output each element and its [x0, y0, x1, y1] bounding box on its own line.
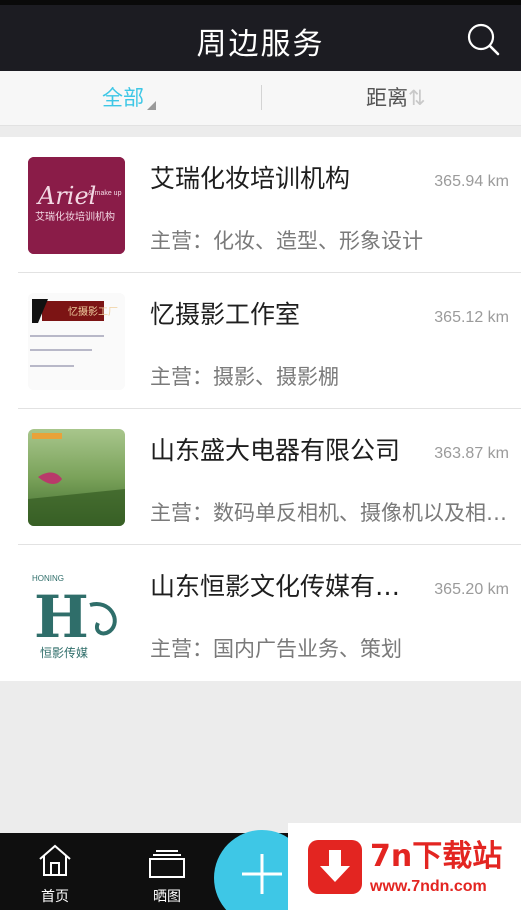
- business-distance: 365.12 km: [434, 309, 509, 326]
- nav-photo-label: 晒图: [153, 889, 181, 905]
- thumb-letter: H: [34, 583, 89, 651]
- filter-bar: 全部 距离⇅: [0, 71, 521, 126]
- thumb-en-text: HONING: [32, 574, 64, 583]
- business-thumbnail: HONING H 恒影传媒: [28, 565, 125, 662]
- tab-divider: [261, 85, 262, 110]
- page-title: 周边服务: [196, 27, 325, 62]
- thumb-cn-text: 恒影传媒: [40, 645, 88, 660]
- business-main: 主营：数码单反相机、摄像机以及相关配件: [150, 501, 515, 525]
- thumb-sub-text: & make up: [88, 190, 122, 197]
- business-main: 主营：国内广告业务、策划: [150, 637, 402, 661]
- tab-distance[interactable]: 距离⇅: [366, 71, 426, 126]
- business-name: 山东盛大电器有限公司: [150, 436, 401, 465]
- list-item[interactable]: Ariel & make up 艾瑞化妆培训机构 艾瑞化妆培训机构 365.94…: [0, 137, 521, 273]
- home-icon: [39, 844, 71, 876]
- business-distance: 365.20 km: [434, 581, 509, 598]
- empty-area: [0, 681, 521, 833]
- tab-distance-label: 距离: [366, 86, 408, 110]
- list-item[interactable]: HONING H 恒影传媒 山东恒影文化传媒有限公司 365.20 km 主营：…: [0, 545, 521, 681]
- sort-icon: ⇅: [408, 86, 426, 110]
- business-name: 艾瑞化妆培训机构: [150, 164, 351, 193]
- gallery-icon: [149, 850, 185, 878]
- search-icon[interactable]: [465, 21, 501, 57]
- business-main: 主营：摄影、摄影棚: [150, 365, 339, 389]
- download-logo-icon: [308, 840, 362, 894]
- list-item[interactable]: 山东盛大电器有限公司 363.87 km 主营：数码单反相机、摄像机以及相关配件: [0, 409, 521, 545]
- tab-all[interactable]: 全部: [102, 71, 156, 126]
- nav-photo-share[interactable]: 晒图: [127, 833, 207, 910]
- app-header: 周边服务: [0, 5, 521, 71]
- business-name: 忆摄影工作室: [150, 300, 301, 329]
- thumb-cn-text: 忆摄影工厂: [68, 305, 118, 318]
- business-thumbnail: Ariel & make up 艾瑞化妆培训机构: [28, 157, 125, 254]
- thumb-cn-text: 艾瑞化妆培训机构: [35, 210, 115, 223]
- nav-home-label: 首页: [41, 889, 69, 905]
- watermark-url: www.7ndn.com: [370, 878, 487, 895]
- business-distance: 363.87 km: [434, 445, 509, 462]
- business-thumbnail: 忆摄影工厂: [28, 293, 125, 390]
- watermark-badge: 7n下载站 www.7ndn.com: [288, 823, 521, 910]
- business-thumbnail: [28, 429, 125, 526]
- nav-home[interactable]: 首页: [15, 833, 95, 910]
- plus-icon: [242, 854, 282, 894]
- dropdown-corner-icon: [147, 101, 156, 110]
- business-name: 山东恒影文化传媒有限公司: [150, 572, 420, 601]
- list-item[interactable]: 忆摄影工厂 忆摄影工作室 365.12 km 主营：摄影、摄影棚: [0, 273, 521, 409]
- business-main: 主营：化妆、造型、形象设计: [150, 229, 423, 253]
- watermark-brand: 7n下载站: [370, 839, 503, 874]
- list-gap: [0, 126, 521, 137]
- tab-all-label: 全部: [102, 86, 144, 110]
- business-distance: 365.94 km: [434, 173, 509, 190]
